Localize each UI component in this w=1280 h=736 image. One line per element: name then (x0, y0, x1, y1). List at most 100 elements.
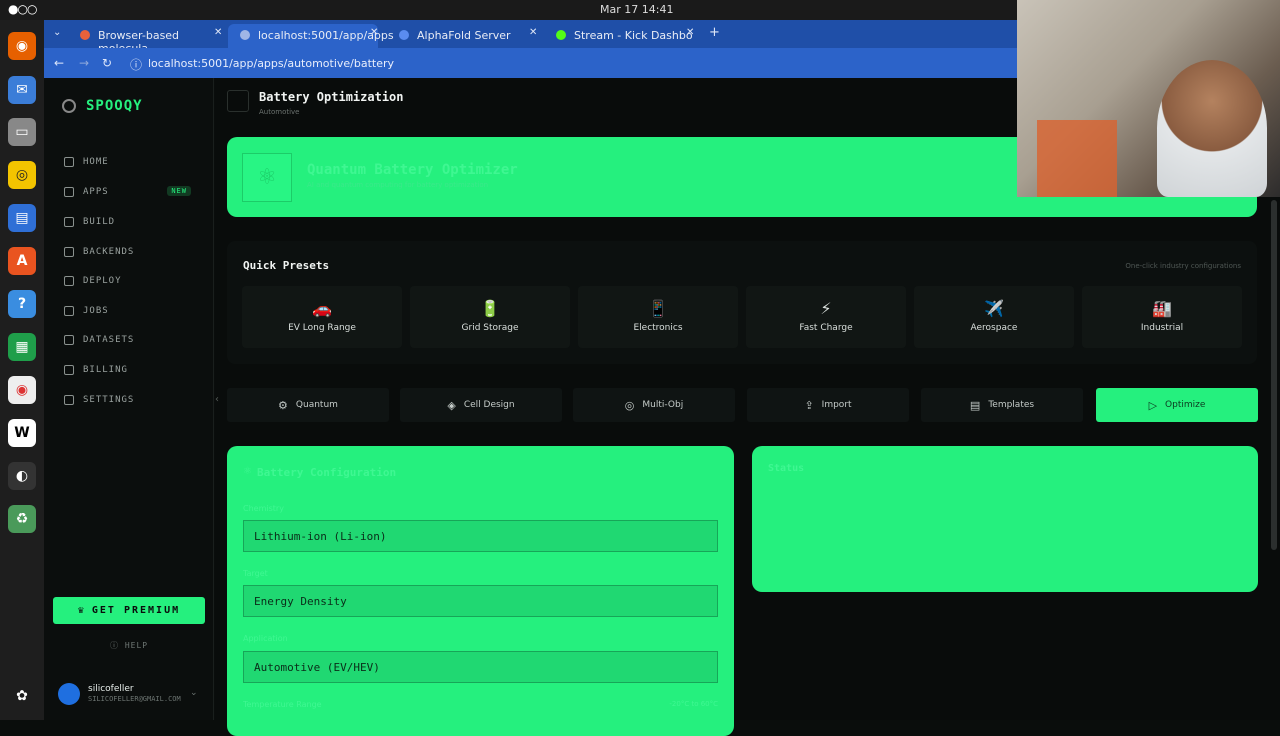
page-scrollbar[interactable] (1271, 200, 1277, 550)
help-link[interactable]: ⓘ HELP (110, 640, 148, 651)
premium-label: GET PREMIUM (91, 605, 181, 616)
phone-icon: 📱 (648, 299, 668, 318)
preset-industrial[interactable]: 🏭 Industrial (1082, 286, 1242, 348)
tab-localhost[interactable]: localhost:5001/app/apps (228, 24, 394, 48)
app-center-icon[interactable]: A (8, 247, 36, 275)
server-icon (64, 247, 74, 257)
upload-icon: ⇪ (804, 398, 814, 412)
collapse-sidebar-icon[interactable]: ‹ (215, 394, 219, 405)
preset-fast-charge[interactable]: ⚡ Fast Charge (746, 286, 906, 348)
tool-label: Cell Design (463, 400, 515, 410)
preset-label: EV Long Range (288, 323, 356, 333)
chrome-icon[interactable]: ◉ (8, 376, 36, 404)
target-select[interactable]: Energy Density (243, 585, 718, 617)
app-sidebar: SPOOQY HOME APPS NEW BUILD BACKENDS DEPLO… (44, 78, 214, 720)
tab-list-icon[interactable]: ⌄ (53, 27, 61, 38)
help-circle-icon: ⓘ (110, 641, 125, 650)
thunderbird-icon[interactable]: ✉ (8, 76, 36, 104)
tab-alphafold[interactable]: AlphaFold Server (387, 24, 537, 48)
close-tab-icon[interactable]: ✕ (686, 27, 694, 38)
config-title: Battery Configuration (257, 466, 397, 479)
import-button[interactable]: ⇪ Import (747, 388, 909, 422)
rhythmbox-icon[interactable]: ◎ (8, 161, 36, 189)
tab-kick[interactable]: Stream - Kick Dashbo (544, 24, 694, 48)
application-select[interactable]: Automotive (EV/HEV) (243, 651, 718, 683)
airplane-icon: ✈️ (984, 299, 1004, 318)
rocket-icon (64, 276, 74, 286)
close-tab-icon[interactable]: ✕ (214, 27, 222, 38)
sidebar-item-settings[interactable]: SETTINGS (64, 391, 209, 409)
settings-icon: ⚛ (243, 466, 252, 477)
apps-icon (64, 187, 74, 197)
forward-icon[interactable]: → (79, 56, 89, 70)
hero-subtitle: AI and quantum computing for battery opt… (307, 181, 489, 189)
back-icon[interactable]: ← (54, 56, 64, 70)
sidebar-item-label: BACKENDS (83, 247, 135, 257)
target-label: Target (243, 569, 268, 578)
battery-configuration-card: ⚛ Battery Configuration Chemistry Lithiu… (227, 446, 734, 736)
background-chair (1037, 120, 1117, 197)
writer-icon[interactable]: ▤ (8, 204, 36, 232)
close-tab-icon[interactable]: ✕ (370, 27, 378, 38)
play-icon: ▷ (1148, 398, 1158, 412)
presets-title: Quick Presets (243, 259, 330, 272)
preset-ev-long-range[interactable]: 🚗 EV Long Range (242, 286, 402, 348)
obs-icon[interactable]: ◐ (8, 462, 36, 490)
application-label: Application (243, 634, 288, 643)
sidebar-item-home[interactable]: HOME (64, 153, 209, 171)
preset-label: Aerospace (970, 323, 1018, 333)
preset-aerospace[interactable]: ✈️ Aerospace (914, 286, 1074, 348)
reload-icon[interactable]: ↻ (102, 56, 112, 70)
firefox-icon[interactable]: ◉ (8, 32, 36, 60)
activities-indicator[interactable]: ●○○ (8, 2, 37, 16)
database-icon (64, 335, 74, 345)
preset-grid-storage[interactable]: 🔋 Grid Storage (410, 286, 570, 348)
trash-icon[interactable]: ♻ (8, 505, 36, 533)
w-app-icon[interactable]: W (8, 419, 36, 447)
sidebar-item-apps[interactable]: APPS NEW (64, 183, 209, 201)
preset-electronics[interactable]: 📱 Electronics (578, 286, 738, 348)
close-tab-icon[interactable]: ✕ (529, 27, 537, 38)
user-email: SILICOFELLER@GMAIL.COM (88, 695, 181, 703)
new-tab-icon[interactable]: + (709, 25, 720, 40)
new-badge: NEW (167, 186, 191, 196)
calc-icon[interactable]: ▦ (8, 333, 36, 361)
tab-label: Stream - Kick Dashbo (574, 29, 693, 42)
tab-label: AlphaFold Server (417, 29, 511, 42)
sidebar-item-label: APPS (83, 187, 109, 197)
tab-quantum[interactable]: ⚙ Quantum (227, 388, 389, 422)
card-icon (64, 365, 74, 375)
system-clock[interactable]: Mar 17 14:41 (600, 3, 673, 16)
tab-molecular[interactable]: Browser-based molecula (68, 24, 223, 55)
temperature-label: Temperature Range (243, 700, 322, 709)
help-icon[interactable]: ? (8, 290, 36, 318)
tab-favicon-icon (399, 30, 409, 40)
tab-multi-obj[interactable]: ◎ Multi-Obj (573, 388, 735, 422)
sidebar-item-build[interactable]: BUILD (64, 213, 209, 231)
chevron-down-icon[interactable]: ⌄ (190, 688, 198, 698)
hero-title: Quantum Battery Optimizer (307, 162, 518, 178)
optimize-button[interactable]: ▷ Optimize (1096, 388, 1258, 422)
help-label: HELP (124, 641, 149, 650)
brand-name: SPOOQY (86, 98, 143, 114)
sidebar-item-label: SETTINGS (83, 395, 135, 405)
url-input[interactable]: localhost:5001/app/apps/automotive/batte… (148, 57, 394, 70)
temperature-value: -20°C to 60°C (669, 700, 718, 708)
breadcrumb[interactable]: Automotive (259, 108, 300, 116)
site-info-icon[interactable]: ⓘ (130, 56, 142, 73)
sidebar-item-backends[interactable]: BACKENDS (64, 243, 209, 261)
brand-logo[interactable]: SPOOQY (62, 98, 143, 114)
show-apps-icon[interactable]: ✿ (8, 682, 36, 710)
sidebar-item-jobs[interactable]: JOBS (64, 302, 209, 320)
templates-button[interactable]: ▤ Templates (921, 388, 1083, 422)
sidebar-item-billing[interactable]: BILLING (64, 361, 209, 379)
tool-label: Templates (988, 400, 1035, 410)
avatar (58, 683, 80, 705)
files-icon[interactable]: ▭ (8, 118, 36, 146)
sidebar-item-datasets[interactable]: DATASETS (64, 331, 209, 349)
get-premium-button[interactable]: ♛ GET PREMIUM (53, 597, 205, 624)
page-title: Battery Optimization (259, 90, 404, 104)
tab-cell-design[interactable]: ◈ Cell Design (400, 388, 562, 422)
chemistry-select[interactable]: Lithium-ion (Li-ion) (243, 520, 718, 552)
sidebar-item-deploy[interactable]: DEPLOY (64, 272, 209, 290)
